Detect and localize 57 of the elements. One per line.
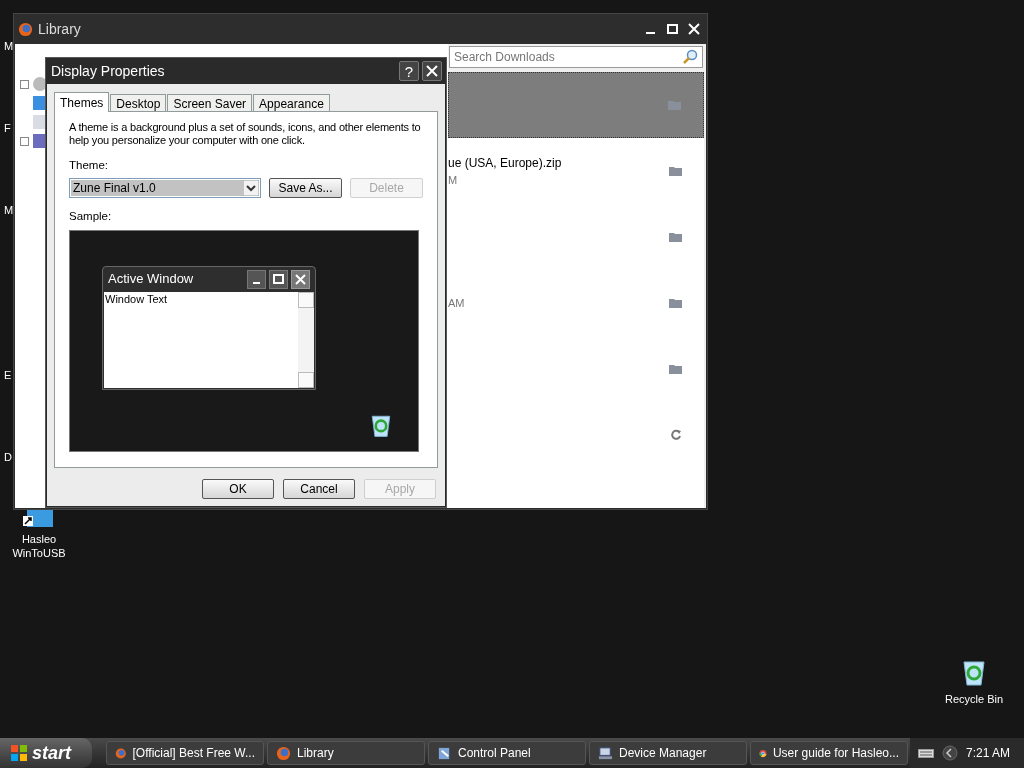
theme-label: Theme: (69, 158, 109, 173)
icon-label: M (4, 203, 14, 218)
dialog-button[interactable]: Cancel (283, 479, 355, 499)
dialog-button[interactable]: OK (202, 479, 274, 499)
expand-icon[interactable] (20, 79, 29, 89)
minimize-icon (247, 269, 266, 289)
computer-icon (598, 745, 613, 761)
desktop-icon-label[interactable]: Recycle Bin (944, 692, 1004, 706)
expand-icon[interactable] (20, 136, 29, 146)
sample-window-text: Window Text (104, 291, 169, 307)
folder-icon[interactable] (669, 166, 682, 176)
close-icon (426, 65, 438, 77)
folder-icon[interactable] (669, 364, 682, 374)
keyboard-icon[interactable] (917, 747, 934, 759)
theme-dropdown[interactable]: Zune Final v1.0 (69, 178, 261, 199)
file-detail: AM (448, 295, 466, 311)
close-icon (291, 269, 310, 289)
desktop-icon-label[interactable]: Hasleo WinToUSB (12, 532, 66, 560)
chevron-icon[interactable] (941, 745, 958, 761)
file-detail: M (448, 172, 459, 188)
maximize-icon (269, 269, 288, 289)
close-button[interactable] (422, 61, 442, 81)
taskbar-button[interactable]: [Official] Best Free W... (106, 741, 264, 765)
start-button[interactable]: start (0, 738, 92, 768)
folder-icon[interactable] (669, 232, 682, 242)
tab[interactable]: Appearance (253, 94, 330, 111)
window-title: Library (38, 19, 81, 39)
tab[interactable]: Screen Saver (167, 94, 253, 111)
help-button[interactable]: ? (399, 61, 419, 81)
search-input[interactable]: Search Downloads (454, 48, 682, 66)
tab[interactable]: Themes (54, 92, 110, 112)
icon-label: F (4, 121, 11, 136)
control-panel-icon (437, 745, 452, 761)
icon-label: M (4, 39, 14, 54)
taskbar-button[interactable]: Library (267, 741, 425, 765)
dropdown-arrow-icon[interactable] (243, 180, 259, 197)
sample-window-title: Active Window (108, 270, 194, 289)
taskbar-button[interactable]: Control Panel (428, 741, 586, 765)
taskbar-button[interactable]: Device Manager (589, 741, 747, 765)
tab[interactable]: Desktop (110, 94, 167, 111)
firefox-icon (18, 21, 33, 37)
firefox-icon (276, 745, 291, 761)
icon-label: E (4, 368, 12, 383)
theme-description: A theme is a background plus a set of sounds, icons, and other elements to help you personalize your computer with one click. (69, 121, 422, 147)
file-name: ue (USA, Europe).zip (448, 154, 563, 172)
retry-icon[interactable] (670, 429, 682, 441)
search-icon[interactable] (682, 49, 698, 65)
search-field[interactable]: Search Downloads (449, 46, 703, 68)
dialog-button[interactable]: Save As... (269, 178, 342, 199)
shortcut-icon[interactable] (23, 510, 55, 528)
icon-label: D (4, 450, 12, 465)
window-title: Display Properties (51, 61, 165, 81)
firefox-icon (115, 745, 127, 761)
windows-logo-icon (10, 744, 28, 762)
sample-label: Sample: (69, 209, 113, 225)
folder-icon[interactable] (669, 298, 682, 308)
taskbar-button[interactable]: User guide for Hasleo... (750, 741, 908, 765)
